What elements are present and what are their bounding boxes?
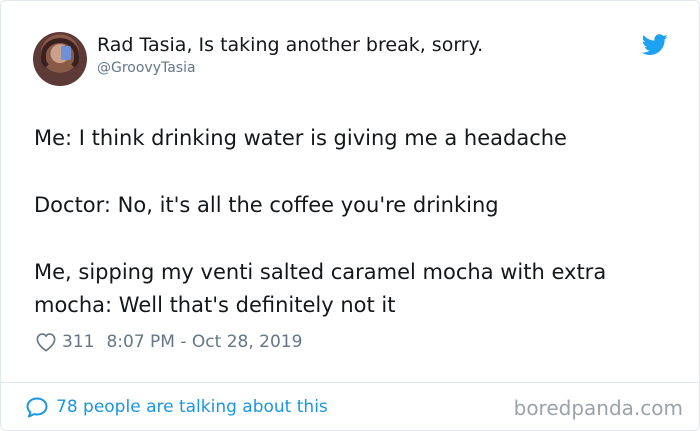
author-handle[interactable]: @GroovyTasia	[97, 60, 196, 76]
conversation-link[interactable]: 78 people are talking about this	[25, 396, 328, 418]
tweet-paragraph: Me, sipping my venti salted caramel moch…	[34, 260, 607, 317]
tweet-card: Rad Tasia, Is taking another break, sorr…	[0, 0, 700, 431]
avatar-phone	[61, 46, 71, 60]
tweet-paragraph: Doctor: No, it's all the coffee you're d…	[34, 193, 499, 217]
tweet-text: Me: I think drinking water is giving me …	[34, 122, 674, 322]
like-count[interactable]: 311	[62, 332, 94, 352]
divider	[1, 382, 699, 383]
heart-icon[interactable]	[35, 332, 57, 352]
avatar-hair	[41, 38, 79, 72]
conversation-label: 78 people are talking about this	[56, 397, 328, 417]
tweet-paragraph: Me: I think drinking water is giving me …	[34, 126, 567, 150]
author-name[interactable]: Rad Tasia, Is taking another break, sorr…	[97, 34, 483, 56]
watermark: boredpanda.com	[513, 396, 683, 420]
tweet-timestamp[interactable]: 8:07 PM - Oct 28, 2019	[106, 332, 302, 352]
avatar[interactable]	[33, 32, 87, 86]
tweet-meta: 311 8:07 PM - Oct 28, 2019	[35, 332, 302, 352]
speech-bubble-icon	[26, 397, 48, 418]
twitter-bird-icon[interactable]	[642, 34, 668, 56]
